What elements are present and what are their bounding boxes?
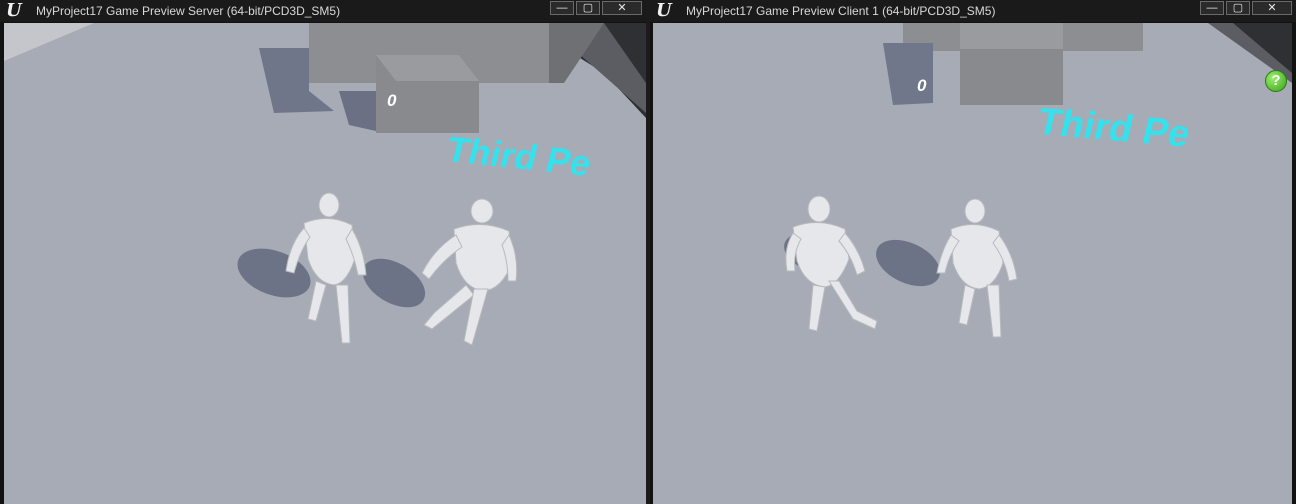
minimize-button[interactable]: —	[1200, 1, 1224, 15]
small-block-top	[960, 23, 1063, 49]
title-bar[interactable]: U MyProject17 Game Preview Server (64-bi…	[0, 0, 646, 22]
server-preview-window[interactable]: U MyProject17 Game Preview Server (64-bi…	[0, 0, 646, 504]
score-label: 0	[917, 76, 927, 95]
maximize-button[interactable]: ▢	[1226, 1, 1250, 15]
window-title: MyProject17 Game Preview Server (64-bit/…	[36, 4, 341, 18]
game-viewport[interactable]: Third Pe 0 ?	[653, 23, 1292, 504]
score-label: 0	[387, 91, 397, 110]
unreal-logo-icon: U	[6, 0, 22, 21]
maximize-button[interactable]: ▢	[576, 1, 600, 15]
game-viewport[interactable]: Third Pe 0	[4, 23, 646, 504]
window-title: MyProject17 Game Preview Client 1 (64-bi…	[686, 4, 996, 18]
client-preview-window[interactable]: U MyProject17 Game Preview Client 1 (64-…	[650, 0, 1296, 504]
window-controls: — ▢ ✕	[1200, 1, 1292, 17]
window-controls: — ▢ ✕	[550, 1, 642, 17]
close-button[interactable]: ✕	[602, 1, 642, 15]
scene: Third Pe	[4, 23, 646, 504]
title-bar[interactable]: U MyProject17 Game Preview Client 1 (64-…	[650, 0, 1296, 22]
help-icon[interactable]: ?	[1265, 70, 1287, 92]
close-button[interactable]: ✕	[1252, 1, 1292, 15]
unreal-logo-icon: U	[656, 0, 672, 21]
scene: Third Pe	[653, 23, 1292, 504]
minimize-button[interactable]: —	[550, 1, 574, 15]
